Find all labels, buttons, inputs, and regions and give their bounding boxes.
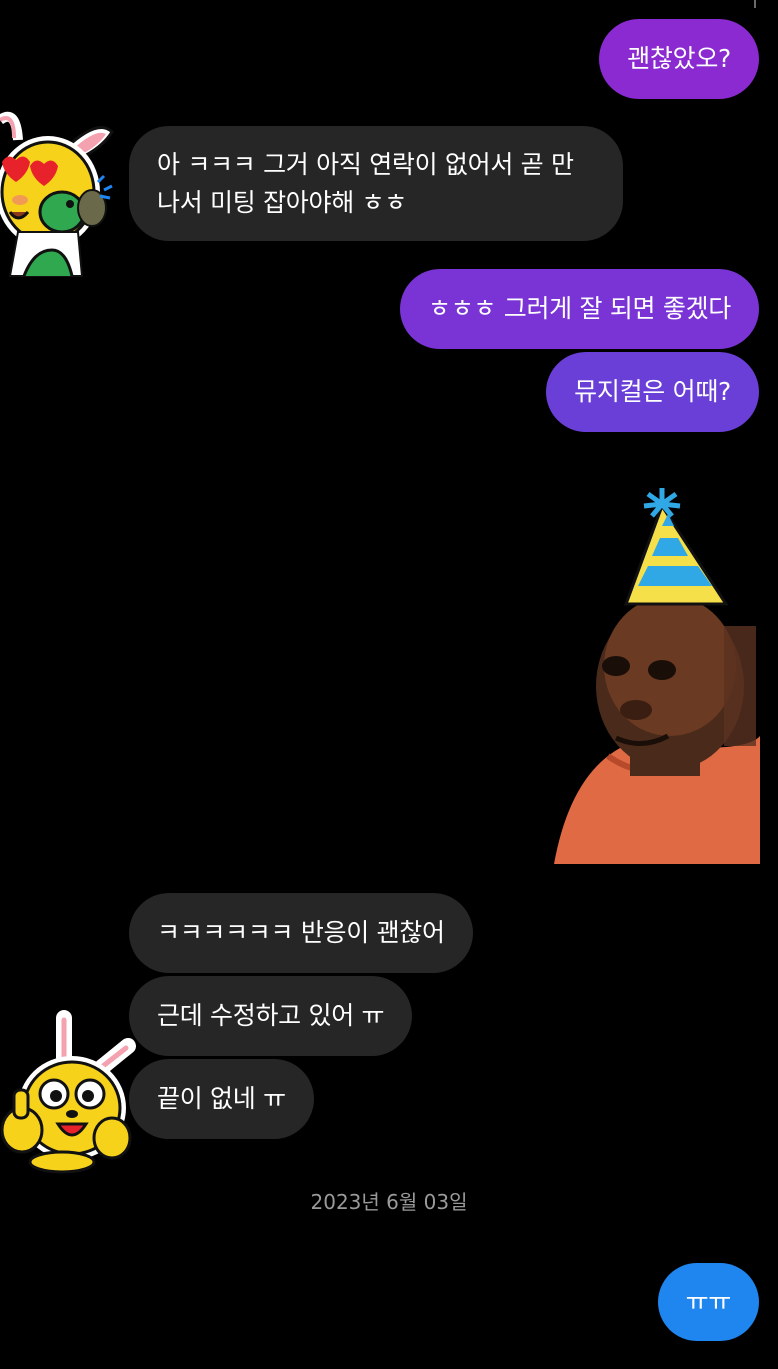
outgoing-message-bubble[interactable]: 괜찮았오?	[599, 19, 759, 99]
incoming-message-bubble[interactable]: 아 ㅋㅋㅋ 그거 아직 연락이 없어서 곧 만나서 미팅 잡아야해 ㅎㅎ	[129, 126, 623, 241]
incoming-message-bubble[interactable]: 끝이 없네 ㅠ	[129, 1059, 314, 1139]
rabbit-hearts-icon	[0, 111, 114, 277]
party-hat-man-icon	[554, 488, 760, 864]
rabbit-thumbs-up-icon	[0, 1010, 136, 1174]
date-separator: 2023년 6월 03일	[310, 1190, 468, 1214]
outgoing-message-bubble[interactable]: 뮤지컬은 어때?	[546, 352, 759, 432]
message-text: 아 ㅋㅋㅋ 그거 아직 연락이 없어서 곧 만나서 미팅 잡아야해 ㅎㅎ	[157, 149, 574, 217]
message-text: ㅎㅎㅎ 그러게 잘 되면 좋겠다	[428, 294, 731, 323]
message-text: 끝이 없네 ㅠ	[157, 1084, 286, 1113]
message-text: ㅠㅠ	[685, 1287, 732, 1316]
rabbit-thumbs-up-sticker[interactable]	[0, 1010, 136, 1174]
message-text: ㅋㅋㅋㅋㅋㅋ 반응이 괜찮어	[157, 918, 445, 947]
party-hat-man-sticker[interactable]	[550, 486, 762, 866]
message-text: 근데 수정하고 있어 ㅠ	[157, 1001, 385, 1030]
incoming-message-bubble[interactable]: ㅋㅋㅋㅋㅋㅋ 반응이 괜찮어	[129, 893, 473, 973]
clipped-top-text: ▔▔▔▔ ▔ ▔▔▔▔	[516, 0, 667, 10]
outgoing-message-bubble[interactable]: ㅠㅠ	[657, 1263, 759, 1341]
message-text: 괜찮았오?	[627, 44, 731, 73]
outgoing-message-bubble[interactable]: ㅎㅎㅎ 그러게 잘 되면 좋겠다	[400, 269, 759, 349]
clipped-top-divider	[754, 0, 756, 8]
clipped-glyphs: ▔▔▔▔ ▔ ▔▔▔▔	[516, 0, 667, 10]
rabbit-hearts-sticker[interactable]	[0, 100, 120, 290]
message-text: 뮤지컬은 어때?	[574, 377, 731, 406]
incoming-message-bubble[interactable]: 근데 수정하고 있어 ㅠ	[129, 976, 413, 1056]
